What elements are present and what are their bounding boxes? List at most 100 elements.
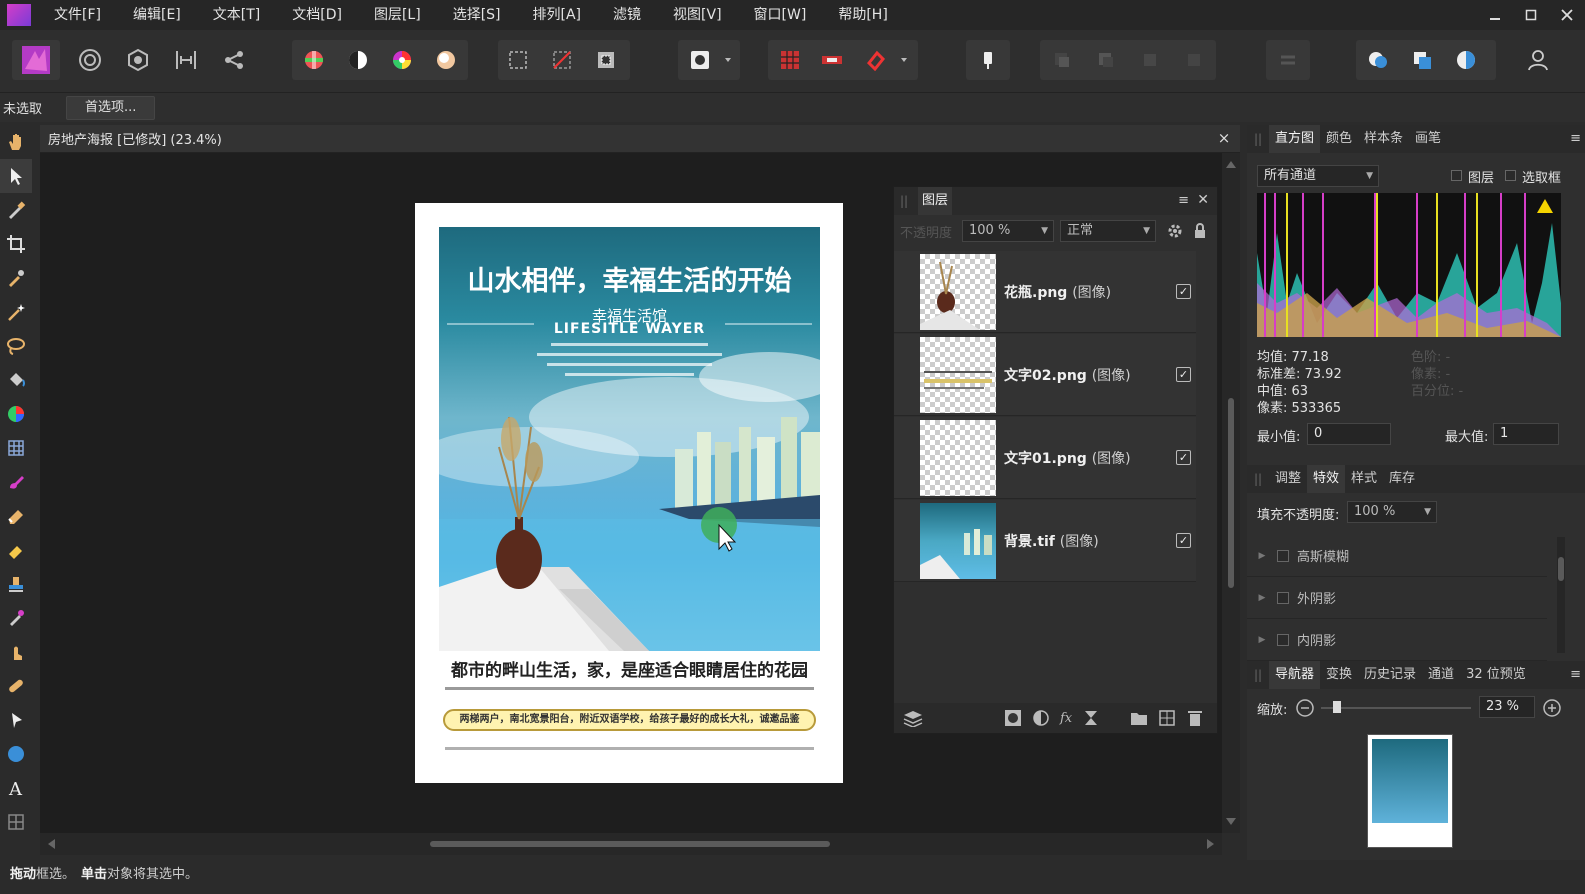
fx-icon[interactable]: fx xyxy=(1060,711,1072,726)
new-layer-icon[interactable] xyxy=(1158,709,1176,727)
layer-visibility-checkbox[interactable]: ✓ xyxy=(1176,533,1191,548)
menu-arrange[interactable]: 排列[A] xyxy=(517,0,598,30)
selection-checkbox[interactable] xyxy=(1505,170,1516,181)
lock-icon[interactable] xyxy=(1192,222,1208,240)
blend-mode-dropdown[interactable]: 正常 ▼ xyxy=(1060,220,1156,242)
menu-window[interactable]: 窗口[W] xyxy=(738,0,823,30)
scroll-down-icon[interactable] xyxy=(1222,811,1240,831)
shape-tool[interactable] xyxy=(0,737,32,771)
app-logo[interactable] xyxy=(0,0,38,30)
auto-contrast-button[interactable] xyxy=(340,42,376,78)
export-persona-button[interactable] xyxy=(216,42,252,78)
smudge-brush-tool[interactable] xyxy=(0,635,32,669)
selection-brush-tool[interactable] xyxy=(0,261,32,295)
layer-row-vase[interactable]: 花瓶.png (图像) ✓ xyxy=(894,251,1196,333)
intersect-button[interactable] xyxy=(1448,42,1484,78)
gear-icon[interactable] xyxy=(1166,222,1184,240)
menu-select[interactable]: 选择[S] xyxy=(437,0,517,30)
dodge-brush-tool[interactable] xyxy=(0,533,32,567)
tab-adjustments[interactable]: 调整 xyxy=(1269,465,1307,493)
tone-mapping-persona-button[interactable] xyxy=(168,42,204,78)
panel-menu-icon[interactable]: ≡ xyxy=(1178,193,1189,208)
layer-checkbox[interactable] xyxy=(1451,170,1462,181)
snapping-dropdown[interactable] xyxy=(892,42,916,78)
zoom-value-field[interactable]: 23 % xyxy=(1479,696,1535,718)
vertical-scroll-thumb[interactable] xyxy=(1228,398,1234,588)
quick-mask-button[interactable] xyxy=(682,42,718,78)
erase-brush-tool[interactable] xyxy=(0,499,32,533)
tab-histogram[interactable]: 直方图 xyxy=(1269,125,1321,153)
tab-history[interactable]: 历史记录 xyxy=(1358,661,1422,689)
photo-persona-button[interactable] xyxy=(18,42,54,78)
view-tool[interactable] xyxy=(0,125,32,159)
paint-brush-tool[interactable] xyxy=(0,465,32,499)
move-to-front-button[interactable] xyxy=(1176,42,1212,78)
zoom-out-icon[interactable] xyxy=(1295,698,1315,718)
move-to-back-button[interactable] xyxy=(1044,42,1080,78)
layer-row-text01[interactable]: 文字01.png (图像) ✓ xyxy=(894,417,1196,499)
expand-icon[interactable]: ▶ xyxy=(1247,551,1277,561)
effect-checkbox[interactable] xyxy=(1277,591,1289,604)
close-document-button[interactable]: × xyxy=(1214,129,1234,147)
layers-stack-icon[interactable] xyxy=(902,709,924,727)
panel-menu-icon[interactable]: ≡ xyxy=(1570,667,1581,682)
layers-tab[interactable]: 图层 xyxy=(918,187,953,215)
layer-visibility-checkbox[interactable]: ✓ xyxy=(1176,284,1191,299)
menu-view[interactable]: 视图[V] xyxy=(657,0,738,30)
liquify-persona-button[interactable] xyxy=(72,42,108,78)
trash-icon[interactable] xyxy=(1186,709,1204,727)
develop-persona-button[interactable] xyxy=(120,42,156,78)
panel-grip-icon[interactable]: || xyxy=(1247,132,1269,146)
zoom-slider[interactable] xyxy=(1321,701,1471,713)
menu-filters[interactable]: 滤镜 xyxy=(597,0,657,30)
assistant-button[interactable] xyxy=(814,42,850,78)
scroll-left-icon[interactable] xyxy=(42,833,62,855)
flood-select-tool[interactable] xyxy=(0,295,32,329)
tab-navigator[interactable]: 导航器 xyxy=(1269,661,1321,689)
panel-grip-icon[interactable]: || xyxy=(1247,668,1269,682)
panel-grip-icon[interactable]: || xyxy=(900,194,908,208)
layer-visibility-checkbox[interactable]: ✓ xyxy=(1176,450,1191,465)
navigator-preview[interactable] xyxy=(1367,734,1453,848)
menu-layer[interactable]: 图层[L] xyxy=(358,0,437,30)
menu-document[interactable]: 文档[D] xyxy=(276,0,358,30)
effect-outer-shadow[interactable]: ▶ 外阴影 xyxy=(1247,577,1547,619)
opacity-dropdown[interactable]: 100 % ▼ xyxy=(962,220,1054,242)
tab-stock[interactable]: 库存 xyxy=(1383,465,1421,493)
auto-levels-button[interactable] xyxy=(296,42,332,78)
menu-file[interactable]: 文件[F] xyxy=(38,0,117,30)
tab-color[interactable]: 颜色 xyxy=(1320,125,1358,153)
effect-inner-shadow[interactable]: ▶ 内阴影 xyxy=(1247,619,1547,661)
horizontal-scroll-thumb[interactable] xyxy=(430,841,830,847)
mesh-warp-tool[interactable] xyxy=(0,805,32,839)
tab-channels[interactable]: 通道 xyxy=(1422,661,1460,689)
panel-menu-icon[interactable]: ≡ xyxy=(1570,131,1581,146)
tab-32bit-preview[interactable]: 32 位预览 xyxy=(1460,661,1532,689)
layer-visibility-checkbox[interactable]: ✓ xyxy=(1176,367,1191,382)
fill-opacity-dropdown[interactable]: 100 % ▼ xyxy=(1347,501,1437,523)
zoom-slider-handle[interactable] xyxy=(1333,701,1341,713)
effect-gaussian-blur[interactable]: ▶ 高斯模糊 xyxy=(1247,535,1547,577)
maximize-button[interactable] xyxy=(1513,0,1549,30)
tab-swatches[interactable]: 样本条 xyxy=(1358,125,1409,153)
preferences-button[interactable]: 首选项... xyxy=(66,95,156,120)
tab-brushes[interactable]: 画笔 xyxy=(1409,125,1447,153)
quick-mask-dropdown[interactable] xyxy=(716,42,740,78)
move-tool[interactable] xyxy=(0,159,32,193)
live-filter-icon[interactable] xyxy=(1082,709,1100,727)
layer-row-text02[interactable]: 文字02.png (图像) ✓ xyxy=(894,334,1196,416)
document-tab[interactable]: 房地产海报 [已修改] (23.4%) × xyxy=(40,125,1240,153)
tab-styles[interactable]: 样式 xyxy=(1345,465,1383,493)
expand-icon[interactable]: ▶ xyxy=(1247,593,1277,603)
effect-checkbox[interactable] xyxy=(1277,633,1289,646)
select-all-button[interactable] xyxy=(500,42,536,78)
mask-layer-icon[interactable] xyxy=(1004,709,1022,727)
auto-white-balance-button[interactable] xyxy=(428,42,464,78)
lock-children-button[interactable] xyxy=(970,42,1006,78)
zoom-in-icon[interactable] xyxy=(1542,698,1562,718)
account-button[interactable] xyxy=(1520,42,1556,78)
freehand-selection-tool[interactable] xyxy=(0,329,32,363)
snapping-button[interactable] xyxy=(858,42,894,78)
vertical-scrollbar[interactable] xyxy=(1222,153,1240,833)
invert-selection-button[interactable] xyxy=(588,42,624,78)
